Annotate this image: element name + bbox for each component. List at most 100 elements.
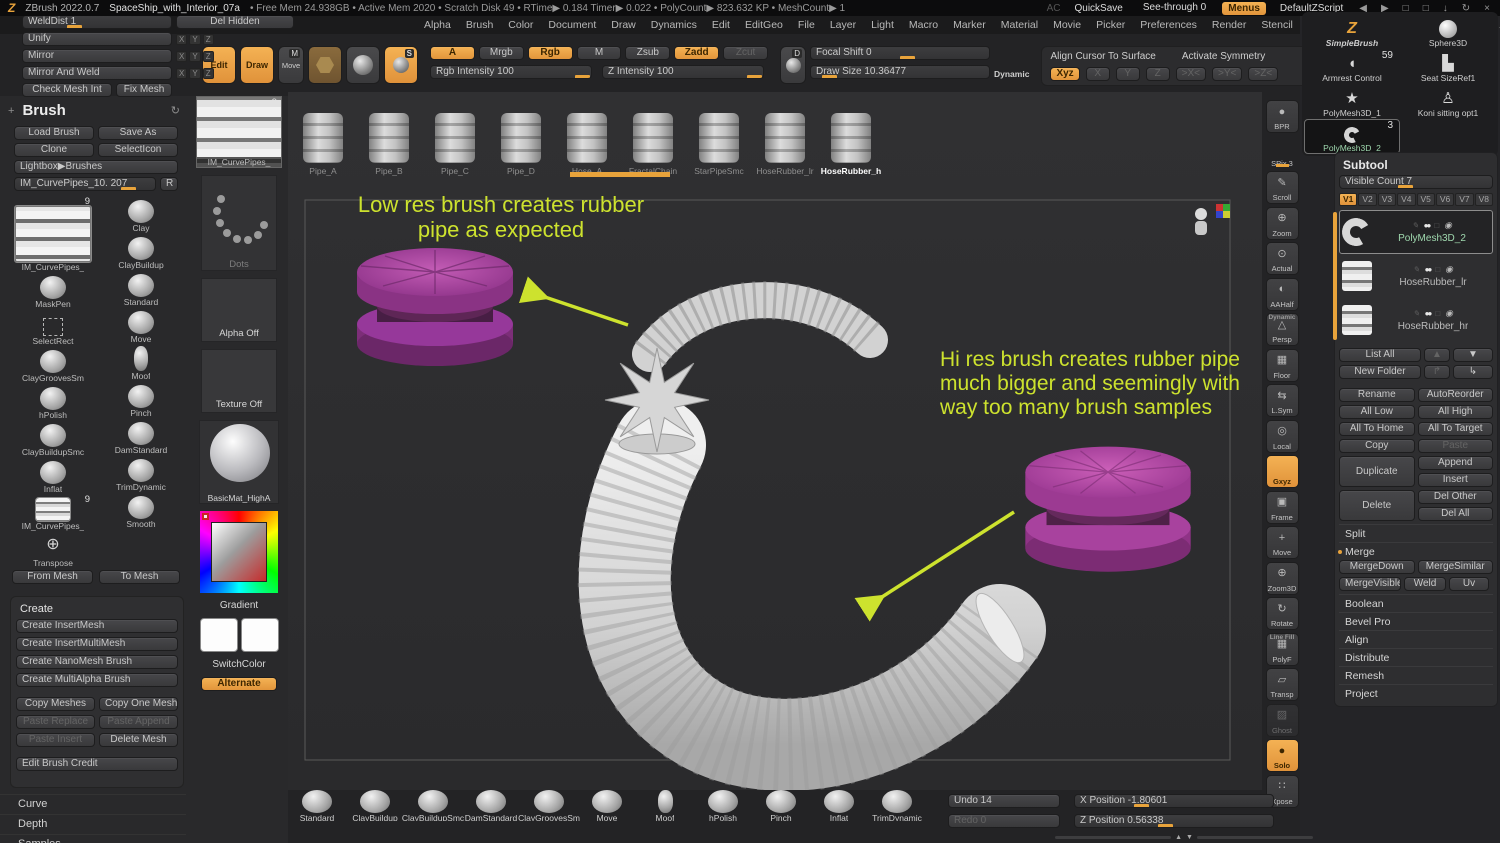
edit-brush-credit-button[interactable]: Edit Brush Credit [16, 757, 178, 771]
current-brush-button[interactable]: S [384, 46, 418, 84]
append-button[interactable]: Append [1418, 456, 1494, 470]
brush-thumbnail[interactable]: ClayGroovesSm [12, 346, 94, 383]
visibility-tab[interactable]: V2 [1358, 193, 1376, 206]
polypaint-icon[interactable]: ✎ [1412, 221, 1419, 230]
shelf-button[interactable]: ⇆ L.Sym [1266, 384, 1299, 417]
menu-item[interactable]: Brush [466, 19, 493, 31]
palette-refresh-icon[interactable]: ↻ [171, 104, 180, 117]
del-hidden-button[interactable]: Del Hidden [176, 15, 294, 29]
visibility-tab[interactable]: V4 [1397, 193, 1415, 206]
distribute-section-header[interactable]: Distribute [1339, 648, 1493, 666]
shelf-button[interactable]: ▱ Transp [1266, 668, 1299, 701]
brush-thumbnail[interactable]: Smooth [100, 492, 182, 529]
insert-mesh-variant[interactable]: HoseRubber_lr [752, 94, 818, 180]
symmetry-axis-toggle[interactable]: Xyz [1050, 67, 1079, 81]
del-all-button[interactable]: Del All [1418, 507, 1494, 521]
axis-toggle[interactable]: Z [203, 51, 214, 62]
tray-scrollbar[interactable]: ▲ ▼ [1055, 833, 1313, 842]
r-button[interactable]: R [160, 177, 178, 191]
shelf-button[interactable]: ⊙ Actual [1266, 242, 1299, 275]
bevel-pro-section-header[interactable]: Bevel Pro [1339, 612, 1493, 630]
undo-button[interactable]: Undo 14 [948, 794, 1060, 808]
shelf-button[interactable]: ▣ Frame [1266, 491, 1299, 524]
current-brush-selector[interactable]: 9 IM_CurvePipes_ [196, 96, 282, 168]
visibility-tab[interactable]: V5 [1417, 193, 1435, 206]
shelf-button[interactable]: ⊕ Zoom3D [1266, 562, 1299, 595]
paste-insert-button[interactable]: Paste Insert [16, 733, 95, 747]
menu-item[interactable]: Picker [1096, 19, 1125, 31]
tray-brush[interactable]: Pinch [752, 790, 810, 827]
current-alpha-selector[interactable]: Alpha Off [201, 278, 277, 342]
low-res-rubber-pipe-model[interactable] [357, 248, 513, 366]
axis-toggle[interactable]: Y [189, 68, 200, 79]
delete-mesh-button[interactable]: Delete Mesh [99, 733, 178, 747]
copy-button[interactable]: Copy [1339, 439, 1415, 453]
insert-mesh-variant[interactable]: Pipe_D [488, 94, 554, 180]
menu-item[interactable]: Macro [909, 19, 938, 31]
dynamic-brush-button[interactable]: D [780, 46, 806, 84]
brush-thumbnail[interactable]: hPolish [12, 383, 94, 420]
palette-section-header[interactable]: Depth [0, 814, 186, 834]
brush-thumbnail[interactable]: ClayBuildup [100, 233, 182, 270]
clone-button[interactable]: Clone [14, 143, 94, 157]
tray-brush[interactable]: ClayBuildup [346, 790, 404, 827]
copy-meshes-button[interactable]: Copy Meshes [16, 697, 95, 711]
alternate-button[interactable]: Alternate [201, 677, 277, 691]
brush-thumbnail[interactable]: 9 IM_CurvePipes_ [12, 494, 94, 531]
paste-append-button[interactable]: Paste Append [99, 715, 178, 729]
insert-mesh-variant[interactable]: FractalChain [620, 94, 686, 180]
menu-item[interactable]: Dynamics [651, 19, 697, 31]
split-section-header[interactable]: Split [1339, 524, 1493, 542]
duplicate-button[interactable]: Duplicate [1339, 456, 1415, 487]
menu-item[interactable]: Movie [1053, 19, 1081, 31]
all-low-button[interactable]: All Low [1339, 405, 1415, 419]
axis-toggle[interactable]: X [176, 68, 187, 79]
new-folder-button[interactable]: New Folder [1339, 365, 1421, 379]
tool-slot[interactable]: ♙ Koni sitting opt1 [1400, 84, 1496, 119]
symmetry-axis-toggle[interactable]: >X< [1176, 67, 1206, 81]
shelf-button[interactable]: ↻ Rotate [1266, 597, 1299, 630]
axis-toggle[interactable]: Y [189, 34, 200, 45]
draw-size-slider[interactable]: Draw Size 10.36477 [810, 65, 990, 79]
menu-item[interactable]: Stencil [1261, 19, 1293, 31]
toggle-pill-icon[interactable]: ●● [1425, 265, 1431, 274]
menu-item[interactable]: Document [548, 19, 596, 31]
shelf-button[interactable]: ✎ Scroll [1266, 171, 1299, 204]
switch-color-button[interactable]: SwitchColor [212, 659, 265, 670]
copy-one-mesh-button[interactable]: Copy One Mesh [99, 697, 178, 711]
channel-toggle[interactable]: M [577, 46, 622, 60]
see-through-slider[interactable]: See-through 0 [1137, 2, 1212, 15]
all-to-target-button[interactable]: All To Target [1418, 422, 1494, 436]
welddist-slider[interactable]: WeldDist 1 [22, 15, 172, 29]
brush-thumbnail[interactable]: Clay [100, 196, 182, 233]
menu-item[interactable]: File [798, 19, 815, 31]
align-section-header[interactable]: Align [1339, 630, 1493, 648]
unify-button[interactable]: Unify [22, 32, 172, 46]
z-intensity-slider[interactable]: Z Intensity 100 [602, 65, 764, 79]
toggle-pill-icon[interactable]: ●● [1425, 309, 1431, 318]
menu-item[interactable]: Material [1001, 19, 1038, 31]
menu-item[interactable]: EditGeo [745, 19, 783, 31]
mergesimilar-button[interactable]: MergeSimilar [1418, 560, 1494, 574]
mirror-and-weld-button[interactable]: Mirror And Weld [22, 66, 172, 80]
menu-item[interactable]: Preferences [1140, 19, 1197, 31]
shelf-button[interactable]: ▨ Ghost [1266, 704, 1299, 737]
material-preview-button[interactable] [346, 46, 380, 84]
channel-toggle[interactable]: Zcut [723, 46, 768, 60]
brush-thumbnail[interactable]: Pinch [100, 381, 182, 418]
color-picker-inner-square[interactable] [211, 522, 267, 582]
viewport-canvas[interactable]: Low res brush creates rubber pipe as exp… [288, 92, 1262, 790]
axis-toggle[interactable]: Z [203, 68, 214, 79]
subtool-up-button[interactable]: ▲ [1424, 348, 1450, 362]
tool-slot[interactable]: Sphere3D [1400, 14, 1496, 49]
axis-toggle[interactable]: Z [203, 34, 214, 45]
brush-thumbnail[interactable]: ⊕ Transpose [12, 531, 94, 568]
channel-toggle[interactable]: A [430, 46, 475, 60]
uv-icon[interactable]: □ [1435, 265, 1440, 274]
tray-brush[interactable]: Moof [636, 790, 694, 827]
brush-id-slider[interactable]: IM_CurvePipes_10. 207 [14, 177, 156, 191]
secondary-color-swatch[interactable] [241, 618, 279, 652]
fold-in-button[interactable]: ↱ [1424, 365, 1450, 379]
polypaint-icon[interactable]: ✎ [1413, 265, 1420, 274]
channel-toggle[interactable]: Mrgb [479, 46, 524, 60]
